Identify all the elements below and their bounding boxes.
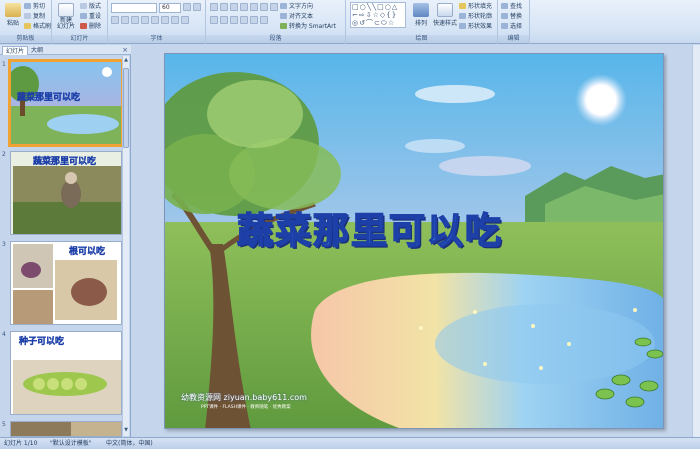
paragraph-group-label: 段落 [206,35,345,43]
editing-group: 查找 替换 选择 编辑 [498,0,530,44]
tab-slides[interactable]: 幻灯片 [2,46,29,55]
find-button[interactable]: 查找 [501,2,522,11]
drawing-group: □○╲╲□○△ ⌐⇨⇩☆◇{} ◎↺⌒⊂⬭☆ 排列 快速样式 形状填充 形状轮廓 形… [346,0,498,44]
slide-thumbnail-5[interactable] [10,421,122,437]
thumb-4-title: 种子可以吃 [19,337,65,347]
smartart-button[interactable]: 转换为 SmartArt [280,22,336,31]
font-style-tools[interactable] [111,16,191,25]
slide-thumbnail-4[interactable]: 种子可以吃 [10,331,122,415]
effects-icon [459,23,466,29]
paste-icon [5,3,21,17]
font-group: 60 字体 [108,0,206,44]
shape-outline-button[interactable]: 形状轮廓 [459,12,492,21]
new-slide-icon [58,3,74,17]
theme-name: "默认设计模板" [50,440,92,447]
arrange-icon [413,3,429,17]
reset-icon [80,13,87,19]
align-text-button[interactable]: 对齐文本 [280,12,313,21]
slides-group: 新建 幻灯片 版式 重设 删除 幻灯片 [52,0,108,44]
current-slide[interactable]: 蔬菜那里可以吃 幼教资源网 ziyuan.baby611.com PPT课件 ·… [164,53,664,429]
thumb-2-title: 蔬菜那里可以吃 [33,157,97,167]
new-slide-button[interactable]: 新建 幻灯片 [54,2,78,32]
slide-thumbnail-2[interactable]: 蔬菜那里可以吃 [10,151,122,235]
cut-button[interactable]: 剪切 [24,2,45,11]
thumb-number: 3 [2,241,6,248]
clipboard-group-label: 剪贴板 [0,35,51,43]
slide-counter: 幻灯片 1/10 [4,440,38,447]
editor-scrollbar[interactable] [692,45,700,437]
slide-thumbnail-1[interactable]: 蔬菜那里可以吃 [8,59,124,147]
drawing-group-label: 绘图 [346,35,497,43]
replace-button[interactable]: 替换 [501,12,522,21]
thumb-number: 4 [2,331,6,338]
text-direction-button[interactable]: 文字方向 [280,2,313,11]
shapes-gallery[interactable]: □○╲╲□○△ ⌐⇨⇩☆◇{} ◎↺⌒⊂⬭☆ [350,2,406,28]
shape-fill-button[interactable]: 形状填充 [459,2,492,11]
thumb-number: 1 [2,61,6,68]
thumb-3-art [11,242,121,324]
clipboard-group: 粘贴 剪切 复制 格式刷 剪贴板 [0,0,52,44]
layout-icon [80,3,87,9]
thumb-5-art [11,422,121,436]
align-tools[interactable] [210,16,270,25]
brush-icon [24,23,31,29]
binoculars-icon [501,3,508,9]
arrange-button[interactable]: 排列 [410,2,432,32]
slide-watermark: 幼教资源网 ziyuan.baby611.com [181,393,307,402]
slides-pane: 幻灯片 大纲 × 1 蔬菜那里可以吃 2 蔬菜那里可以吃 3 根可以吃 4 种子… [0,45,131,437]
pen-icon [459,13,466,19]
font-size-combo[interactable]: 60 [159,3,181,13]
list-tools[interactable] [210,3,280,12]
reset-button[interactable]: 重设 [80,12,101,21]
thumb-number: 2 [2,151,6,158]
format-painter-button[interactable]: 格式刷 [24,22,51,31]
paragraph-group: 文字方向 对齐文本 转换为 SmartArt 段落 [206,0,346,44]
shape-effects-button[interactable]: 形状效果 [459,22,492,31]
paint-bucket-icon [459,3,466,9]
slide-watermark-sub: PPT课件 · FLASH课件 · 教师随笔 · 优秀教案 [201,405,291,410]
thumb-1-art [11,62,121,144]
font-name-combo[interactable] [111,3,157,13]
slide-title[interactable]: 蔬菜那里可以吃 [236,202,637,254]
scroll-up-icon[interactable]: ▲ [123,57,129,65]
slide-editor: 蔬菜那里可以吃 幼教资源网 ziyuan.baby611.com PPT课件 ·… [132,45,700,437]
font-size-tools[interactable] [183,3,203,12]
copy-button[interactable]: 复制 [24,12,45,21]
slide-thumbnail-3[interactable]: 根可以吃 [10,241,122,325]
layout-button[interactable]: 版式 [80,2,101,11]
scroll-down-icon[interactable]: ▼ [123,427,129,435]
replace-icon [501,13,508,19]
scrollbar-thumb[interactable] [123,68,129,148]
thumbnails-scrollbar[interactable]: ▲ ▼ [122,56,129,436]
cursor-icon [501,23,508,29]
slides-group-label: 幻灯片 [52,35,107,43]
thumb-1-title: 蔬菜那里可以吃 [17,93,81,103]
thumb-3-title: 根可以吃 [69,247,106,257]
delete-slide-button[interactable]: 删除 [80,22,101,31]
thumb-number: 5 [2,421,6,428]
close-icon[interactable]: × [122,46,128,54]
select-button[interactable]: 选择 [501,22,522,31]
quick-styles-button[interactable]: 快速样式 [432,2,458,32]
copy-icon [24,13,31,19]
status-bar: 幻灯片 1/10 "默认设计模板" 中文(简体，中国) [0,437,700,449]
delete-icon [80,23,87,29]
editing-group-label: 编辑 [498,35,529,43]
font-group-label: 字体 [108,35,205,43]
text-direction-icon [280,3,287,9]
quick-styles-icon [437,3,453,17]
smartart-icon [280,23,287,29]
align-text-icon [280,13,287,19]
language-indicator[interactable]: 中文(简体，中国) [106,438,153,449]
scissors-icon [24,3,31,9]
pane-tabs: 幻灯片 大纲 × [0,45,131,55]
ribbon: 粘贴 剪切 复制 格式刷 剪贴板 新建 幻灯片 版式 重设 删除 幻灯片 60 … [0,0,700,44]
paste-button[interactable]: 粘贴 [2,2,24,32]
tab-outline[interactable]: 大纲 [28,46,46,55]
